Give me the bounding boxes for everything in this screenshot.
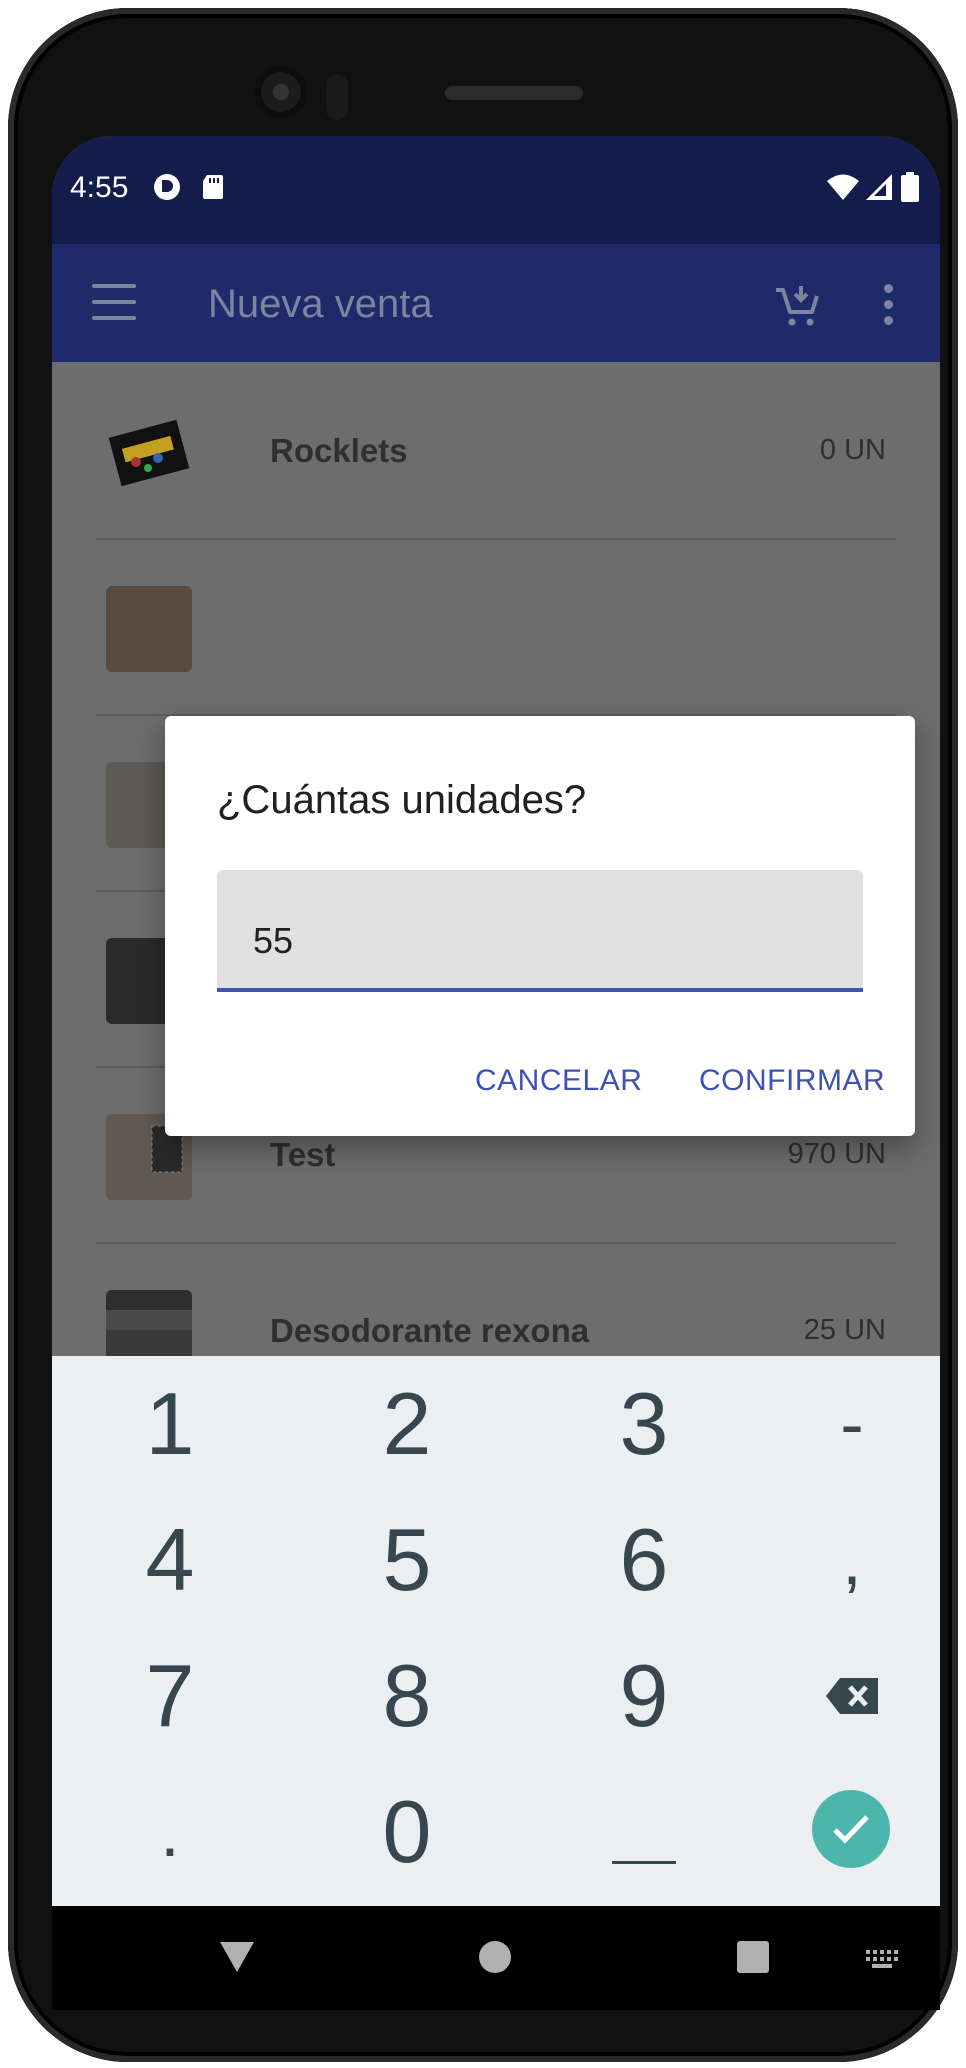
key-7[interactable]: 7 [70, 1628, 270, 1764]
product-name: Desodorante rexona [270, 1312, 590, 1349]
product-name: Rocklets [270, 432, 408, 469]
home-icon[interactable] [478, 1940, 512, 1974]
sd-card-icon [203, 175, 223, 199]
product-thumbnail [106, 586, 192, 672]
enter-check-icon [833, 1815, 869, 1844]
app-bar: Nueva venta [52, 244, 940, 362]
wifi-icon [827, 174, 859, 200]
menu-icon[interactable] [92, 284, 136, 320]
key-period[interactable]: . [70, 1764, 270, 1900]
key-1[interactable]: 1 [70, 1356, 270, 1492]
space-bar-icon [612, 1861, 676, 1864]
quantity-input[interactable] [253, 920, 813, 962]
earpiece-speaker [445, 86, 583, 100]
recents-icon[interactable] [736, 1940, 770, 1974]
notification-app-icon [154, 174, 180, 200]
quantity-field[interactable] [217, 870, 863, 992]
key-4[interactable]: 4 [70, 1492, 270, 1628]
status-time: 4:55 [70, 171, 129, 204]
key-0[interactable]: 0 [307, 1764, 507, 1900]
screen: 4:55 Nueva venta Rocklets 0 UN Test 970 … [52, 136, 940, 2010]
phone-frame: 4:55 Nueva venta Rocklets 0 UN Test 970 … [8, 8, 958, 2062]
navigation-bar [52, 1906, 940, 2010]
proximity-sensor [326, 74, 348, 120]
cancel-button[interactable]: CANCELAR [475, 1064, 642, 1098]
key-2[interactable]: 2 [307, 1356, 507, 1492]
front-camera [255, 66, 307, 118]
back-icon[interactable] [218, 1940, 256, 1974]
signal-icon [866, 174, 892, 200]
backspace-key[interactable] [752, 1628, 940, 1764]
numeric-keyboard: 1 2 3 - 4 5 6 , 7 8 9 . 0 [52, 1356, 940, 1906]
status-bar: 4:55 [52, 136, 940, 244]
quantity-dialog: ¿Cuántas unidades? CANCELAR CONFIRMAR [165, 716, 915, 1136]
product-name: Test [270, 1136, 336, 1173]
product-thumbnail [106, 410, 192, 496]
page-title: Nueva venta [208, 282, 433, 326]
key-5[interactable]: 5 [307, 1492, 507, 1628]
list-item[interactable]: Rocklets 0 UN [96, 362, 896, 540]
key-space[interactable] [544, 1764, 744, 1900]
key-8[interactable]: 8 [307, 1628, 507, 1764]
keyboard-switch-icon[interactable] [864, 1948, 900, 1970]
battery-icon [901, 172, 919, 202]
confirm-button[interactable]: CONFIRMAR [699, 1064, 885, 1098]
add-to-cart-icon[interactable] [774, 284, 822, 328]
key-comma[interactable]: , [752, 1492, 940, 1628]
enter-key[interactable] [812, 1790, 890, 1868]
backspace-icon [826, 1678, 878, 1714]
dialog-title: ¿Cuántas unidades? [217, 778, 587, 822]
key-3[interactable]: 3 [544, 1356, 744, 1492]
key-9[interactable]: 9 [544, 1628, 744, 1764]
product-stock: 0 UN [819, 434, 886, 466]
list-item[interactable] [96, 538, 896, 716]
key-minus[interactable]: - [752, 1356, 940, 1492]
key-6[interactable]: 6 [544, 1492, 744, 1628]
more-vert-icon[interactable] [882, 284, 894, 328]
product-stock: 25 UN [803, 1314, 886, 1346]
product-stock: 970 UN [787, 1138, 886, 1170]
